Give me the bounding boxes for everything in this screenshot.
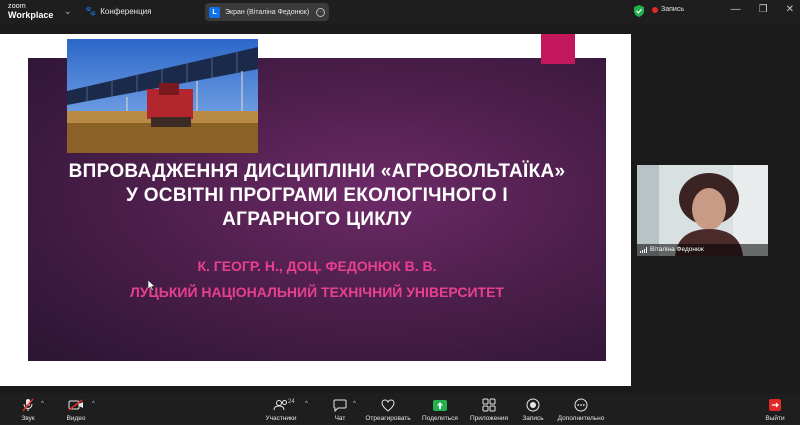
slide-title-line-1: ВПРОВАДЖЕННЯ ДИСЦИПЛІНИ «АГРОВОЛЬТАЇКА» (68, 161, 566, 182)
slide-title-line-2: У ОСВІТНІ ПРОГРАМИ ЕКОЛОГІЧНОГО І (126, 185, 508, 206)
leave-icon (769, 399, 781, 411)
zoom-window: zoom Workplace ⌄ 🐾 Конференция L Экран (… (0, 0, 800, 425)
slide-university: ЛУЦЬКИЙ НАЦІОНАЛЬНИЙ ТЕХНІЧНИЙ УНІВЕРСИТ… (130, 284, 504, 300)
apps-button[interactable]: Приложения (470, 393, 508, 422)
more-dots-icon (574, 398, 588, 412)
participant-video-tile[interactable]: Віталіна Федонюк (637, 165, 768, 256)
participant-video (637, 165, 768, 256)
chat-label: Чат (334, 415, 346, 422)
shared-screen-pill[interactable]: L Экран (Віталіна Федонюк) ··· (205, 3, 329, 21)
share-screen-icon (433, 399, 447, 411)
meeting-toolbar: Звук ^ Видео ^ Участники 24 ^ Чат ^ Отре… (0, 393, 800, 425)
slide-title-line-3: АГРАРНОГО ЦИКЛУ (222, 209, 412, 230)
chat-options-caret-icon[interactable]: ^ (353, 401, 356, 407)
video-options-caret-icon[interactable]: ^ (92, 401, 95, 407)
audio-label: Звук (21, 415, 35, 422)
agrovoltaic-photo (67, 39, 258, 153)
audio-button[interactable]: Звук (16, 393, 40, 422)
close-icon[interactable]: ✕ (786, 4, 794, 15)
video-off-icon (68, 399, 83, 411)
more-label: Дополнительно (557, 415, 605, 422)
recording-label: Запись (661, 6, 684, 13)
muted-microphone-icon (22, 398, 34, 412)
slide-author: К. ГЕОГР. Н., ДОЦ. ФЕДОНЮК В. В. (197, 258, 437, 274)
participants-label: Участники (265, 415, 297, 422)
shared-screen: ВПРОВАДЖЕННЯ ДИСЦИПЛІНИ «АГРОВОЛЬТАЇКА» … (0, 34, 631, 386)
record-label: Запись (522, 415, 544, 422)
share-label: Поделиться (422, 415, 458, 422)
share-button[interactable]: Поделиться (421, 393, 459, 422)
logo-line-2: Workplace (8, 10, 54, 20)
record-button[interactable]: Запись (521, 393, 545, 422)
maximize-icon[interactable]: ❐ (759, 4, 768, 15)
leave-label: Выйти (765, 415, 785, 422)
chevron-down-icon[interactable]: ⌄ (64, 6, 72, 17)
minimize-icon[interactable]: — (731, 4, 741, 15)
recording-indicator[interactable]: Запись (652, 6, 684, 13)
react-button[interactable]: Отреагировать (365, 393, 411, 422)
shield-check-icon[interactable] (634, 5, 644, 17)
participant-name-label: Віталіна Федонюк (637, 244, 768, 256)
audio-options-caret-icon[interactable]: ^ (41, 401, 44, 407)
screen-title: Экран (Віталіна Федонюк) (225, 8, 310, 16)
paw-icon: 🐾 (85, 6, 97, 16)
record-dot-icon (652, 6, 658, 13)
leave-button[interactable]: Выйти (764, 393, 786, 422)
chat-icon (333, 399, 347, 412)
participant-name: Віталіна Федонюк (650, 246, 704, 253)
more-button[interactable]: Дополнительно (557, 393, 605, 422)
signal-bars-icon (640, 247, 647, 253)
window-controls: — ❐ ✕ (731, 4, 794, 15)
more-options-icon[interactable]: ··· (316, 7, 325, 17)
apps-label: Приложения (469, 415, 509, 422)
video-button[interactable]: Видео (64, 393, 88, 422)
title-bar: zoom Workplace ⌄ 🐾 Конференция L Экран (… (0, 0, 800, 24)
video-label: Видео (66, 415, 86, 422)
apps-grid-icon (482, 398, 496, 412)
participants-icon (273, 400, 287, 411)
slide-title: ВПРОВАДЖЕННЯ ДИСЦИПЛІНИ «АГРОВОЛЬТАЇКА» … (28, 160, 606, 232)
screen-badge-icon: L (209, 6, 220, 18)
participants-count: 24 (288, 399, 295, 405)
chat-button[interactable]: Чат (330, 393, 350, 422)
record-icon (526, 398, 540, 412)
participants-options-caret-icon[interactable]: ^ (305, 401, 308, 407)
mouse-cursor-icon (148, 280, 156, 291)
slide-accent-block (541, 34, 575, 64)
heart-icon (381, 398, 395, 412)
zoom-logo: zoom Workplace (8, 2, 53, 20)
participants-button[interactable]: Участники (263, 393, 299, 422)
react-label: Отреагировать (365, 415, 411, 422)
meeting-info-button[interactable]: 🐾 Конференция (85, 6, 151, 17)
meeting-label: Конференция (100, 7, 152, 16)
